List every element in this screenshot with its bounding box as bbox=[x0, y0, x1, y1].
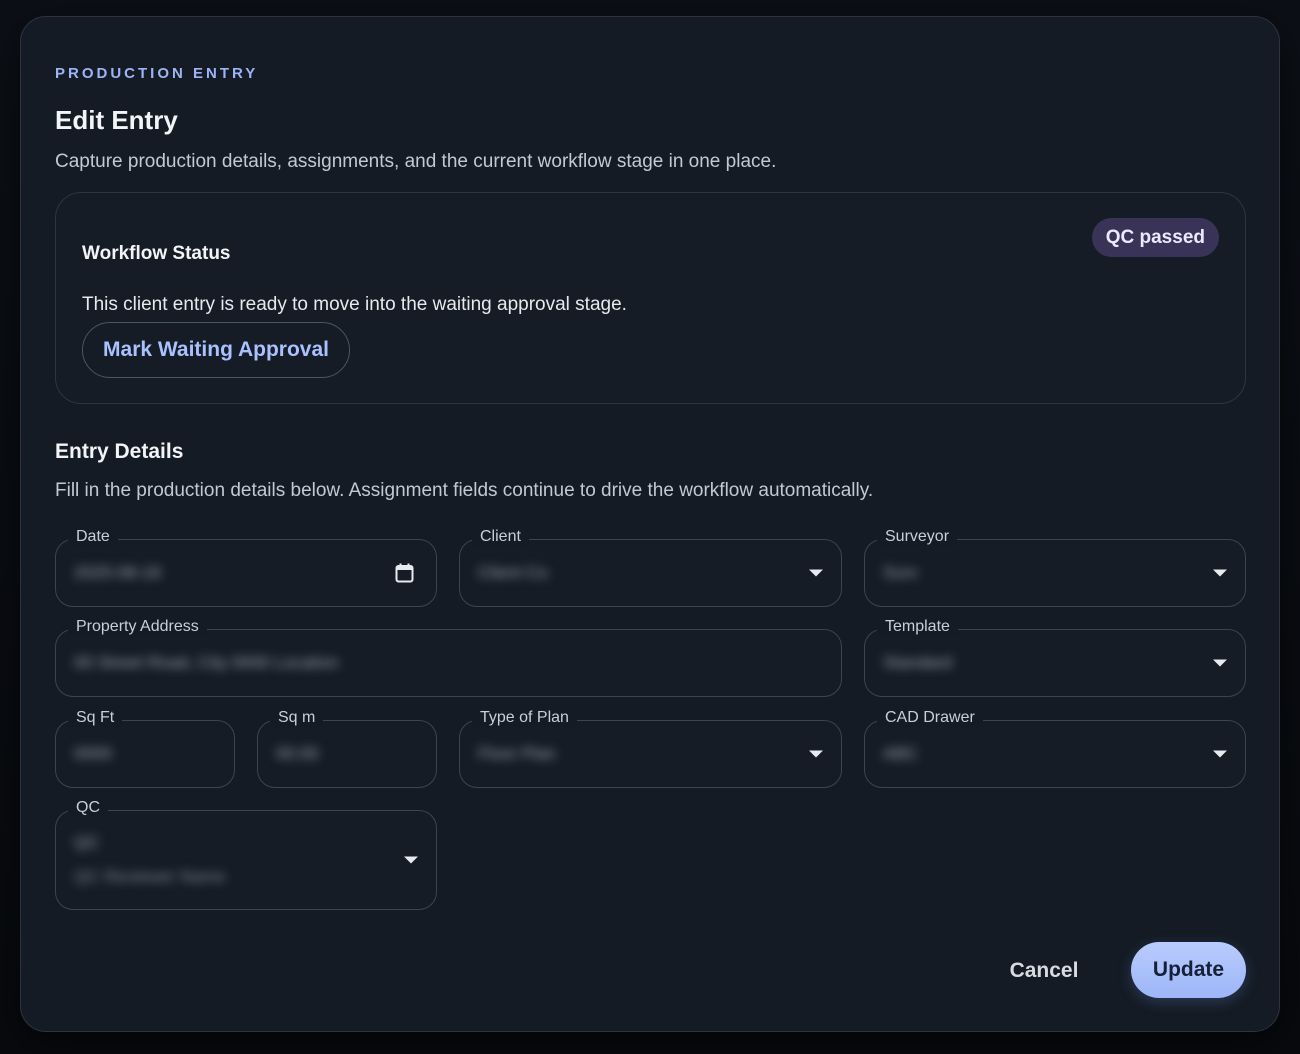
chevron-down-icon bbox=[1213, 750, 1227, 758]
sqm-value: 00.00 bbox=[276, 744, 319, 763]
surveyor-label: Surveyor bbox=[877, 528, 958, 546]
qc-label: QC bbox=[68, 799, 108, 817]
workflow-status-title: Workflow Status bbox=[82, 243, 231, 264]
type-of-plan-select[interactable]: Type of Plan Floor Plan bbox=[459, 709, 842, 788]
qc-subvalue: QC Reviewer Name bbox=[74, 867, 226, 886]
qc-select[interactable]: QC QC QC Reviewer Name bbox=[55, 799, 437, 910]
client-value: Client Co bbox=[478, 563, 548, 582]
date-label: Date bbox=[68, 528, 118, 546]
template-label: Template bbox=[877, 618, 958, 636]
chevron-down-icon bbox=[1213, 569, 1227, 577]
cad-drawer-label: CAD Drawer bbox=[877, 709, 983, 727]
type-of-plan-label: Type of Plan bbox=[472, 709, 577, 727]
workflow-status-message: This client entry is ready to move into … bbox=[82, 294, 627, 315]
chevron-down-icon bbox=[809, 569, 823, 577]
date-value: 2025-08-18 bbox=[74, 563, 161, 582]
property-address-label: Property Address bbox=[68, 618, 207, 636]
update-button[interactable]: Update bbox=[1131, 942, 1246, 998]
cad-drawer-select[interactable]: CAD Drawer ABC bbox=[864, 709, 1246, 788]
cad-drawer-value: ABC bbox=[883, 744, 918, 763]
property-address-value: 00 Street Road, City 0000 Location bbox=[74, 653, 339, 672]
type-of-plan-value: Floor Plan bbox=[478, 744, 556, 763]
status-badge: QC passed bbox=[1091, 218, 1219, 257]
property-address-field[interactable]: Property Address 00 Street Road, City 00… bbox=[55, 618, 842, 697]
sqm-label: Sq m bbox=[270, 709, 324, 727]
qc-value: QC bbox=[74, 833, 100, 852]
template-value: Standard bbox=[883, 653, 952, 672]
chevron-down-icon bbox=[809, 750, 823, 758]
entry-details-title: Entry Details bbox=[55, 440, 184, 463]
dialog-eyebrow: PRODUCTION ENTRY bbox=[55, 65, 259, 82]
sqft-value: 0000 bbox=[74, 744, 112, 763]
sqft-field[interactable]: Sq Ft 0000 bbox=[55, 709, 235, 788]
client-select[interactable]: Client Client Co bbox=[459, 528, 842, 607]
template-select[interactable]: Template Standard bbox=[864, 618, 1246, 697]
chevron-down-icon bbox=[404, 856, 418, 864]
sqm-field[interactable]: Sq m 00.00 bbox=[257, 709, 437, 788]
surveyor-select[interactable]: Surveyor Surv bbox=[864, 528, 1246, 607]
dialog-subtitle: Capture production details, assignments,… bbox=[55, 151, 777, 172]
sqft-label: Sq Ft bbox=[68, 709, 123, 727]
calendar-icon[interactable] bbox=[395, 563, 414, 583]
workflow-status-card: Workflow Status QC passed This client en… bbox=[55, 192, 1246, 404]
mark-waiting-approval-button[interactable]: Mark Waiting Approval bbox=[82, 322, 350, 378]
entry-details-subtitle: Fill in the production details below. As… bbox=[55, 480, 874, 501]
edit-entry-dialog: PRODUCTION ENTRY Edit Entry Capture prod… bbox=[20, 16, 1280, 1032]
client-label: Client bbox=[472, 528, 529, 546]
dialog-title: Edit Entry bbox=[55, 105, 178, 135]
surveyor-value: Surv bbox=[883, 563, 918, 582]
chevron-down-icon bbox=[1213, 659, 1227, 667]
cancel-button[interactable]: Cancel bbox=[994, 943, 1094, 999]
date-field[interactable]: Date 2025-08-18 bbox=[55, 528, 437, 607]
